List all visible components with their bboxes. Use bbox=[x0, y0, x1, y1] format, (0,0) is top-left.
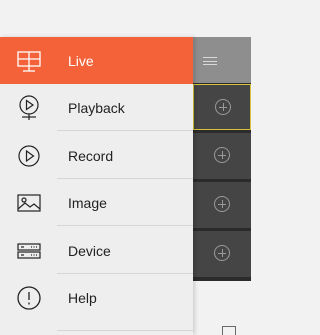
add-channel-icon[interactable] bbox=[215, 99, 231, 115]
divider bbox=[57, 130, 193, 131]
channel-cell[interactable] bbox=[193, 231, 251, 277]
menu-icon[interactable] bbox=[203, 57, 217, 65]
side-drawer: Live Playback Record Image Device Help bbox=[0, 37, 193, 335]
layout-icon[interactable] bbox=[222, 326, 236, 335]
record-icon bbox=[15, 142, 43, 170]
help-icon bbox=[15, 284, 43, 312]
live-monitor-icon bbox=[15, 47, 43, 75]
drawer-item-playback[interactable]: Playback bbox=[0, 84, 193, 131]
drawer-item-help[interactable]: Help bbox=[0, 274, 193, 331]
divider bbox=[57, 225, 193, 226]
add-channel-icon[interactable] bbox=[214, 245, 230, 261]
drawer-item-label: Device bbox=[68, 242, 111, 259]
drawer-item-label: Live bbox=[68, 52, 94, 69]
drawer-item-device[interactable]: Device bbox=[0, 227, 193, 274]
add-channel-icon[interactable] bbox=[214, 196, 230, 212]
drawer-item-image[interactable]: Image bbox=[0, 179, 193, 226]
live-header-bar bbox=[193, 37, 251, 83]
drawer-item-label: Record bbox=[68, 147, 114, 164]
divider bbox=[57, 330, 193, 331]
channel-cell[interactable] bbox=[193, 133, 251, 179]
drawer-item-record[interactable]: Record bbox=[0, 132, 193, 179]
drawer-item-label: Image bbox=[68, 194, 107, 211]
playback-icon bbox=[15, 94, 43, 122]
drawer-item-live[interactable]: Live bbox=[0, 37, 193, 84]
channel-cell[interactable] bbox=[193, 182, 251, 228]
image-icon bbox=[15, 189, 43, 217]
drawer-item-label: Playback bbox=[68, 99, 125, 116]
drawer-item-label: Help bbox=[68, 289, 97, 306]
channel-grid bbox=[193, 83, 251, 281]
add-channel-icon[interactable] bbox=[214, 147, 230, 163]
channel-cell[interactable] bbox=[193, 84, 251, 130]
device-icon bbox=[15, 237, 43, 265]
